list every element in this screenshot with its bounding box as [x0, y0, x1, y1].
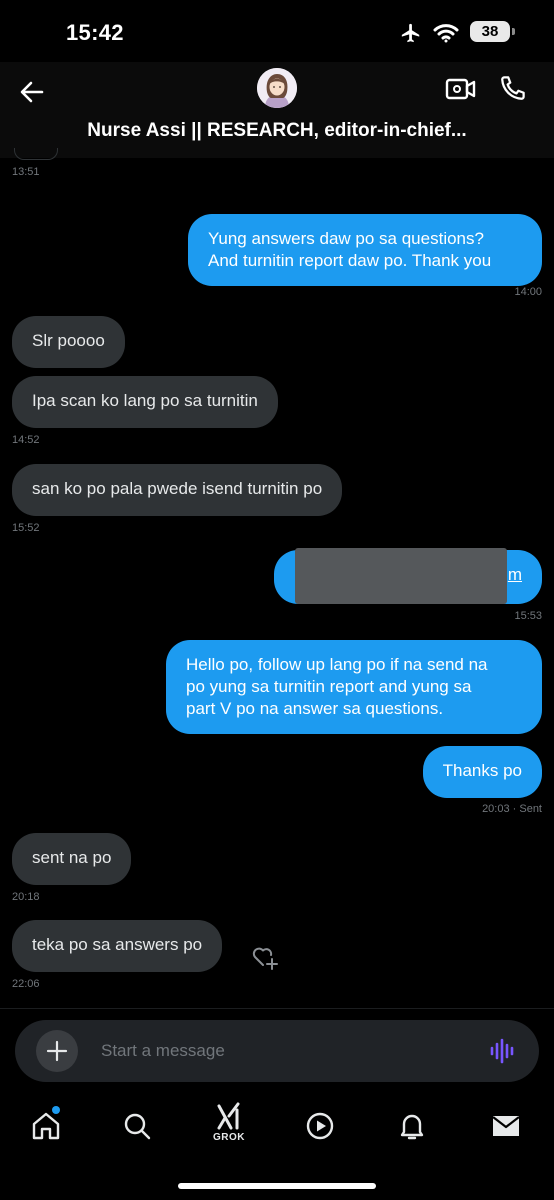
message-line: Hello po, follow up lang po if na send n…: [186, 655, 488, 674]
message-text: Ipa scan ko lang po sa turnitin: [32, 391, 258, 410]
message-link[interactable]: m: [508, 565, 522, 584]
bell-icon: [400, 1114, 424, 1140]
message-timestamp: 22:06: [12, 978, 40, 990]
composer-divider: [0, 1008, 554, 1009]
home-icon: [32, 1112, 60, 1140]
message-line: Yung answers daw po sa questions?: [208, 229, 484, 248]
video-call-icon: [445, 78, 476, 100]
mail-icon: [492, 1116, 520, 1136]
heart-plus-icon: [252, 947, 278, 970]
message-timestamp: 15:52: [12, 522, 40, 534]
incoming-message-bubble[interactable]: sent na po: [12, 833, 132, 885]
voice-message-button[interactable]: [489, 1038, 517, 1064]
outgoing-message-bubble[interactable]: Hello po, follow up lang po if na send n…: [166, 640, 542, 734]
search-icon: [124, 1113, 151, 1140]
message-timestamp: 20:18: [12, 891, 40, 903]
message-timestamp: 15:53: [514, 610, 542, 622]
message-text: san ko po pala pwede isend turnitin po: [32, 479, 323, 498]
home-indicator: [178, 1183, 376, 1189]
airplane-mode-icon: [398, 22, 424, 49]
tab-video[interactable]: [298, 1106, 342, 1150]
message-text: sent na po: [32, 848, 112, 867]
play-icon: [306, 1112, 334, 1140]
incoming-message-bubble[interactable]: Ipa scan ko lang po sa turnitin: [12, 376, 278, 428]
status-bar: 15:42 38: [0, 0, 554, 62]
grok-label: GROK: [213, 1132, 245, 1143]
message-line: po yung sa turnitin report and yung sa: [186, 677, 472, 696]
battery-tip: [512, 28, 515, 35]
video-call-button[interactable]: [444, 74, 478, 104]
message-text: Slr poooo: [32, 331, 105, 350]
message-timestamp: 14:52: [12, 434, 40, 446]
tab-grok[interactable]: GROK: [207, 1102, 251, 1146]
react-button[interactable]: [250, 942, 280, 972]
message-input[interactable]: [99, 1034, 469, 1068]
plus-icon: [46, 1040, 68, 1062]
message-timestamp: 14:00: [514, 286, 542, 298]
incoming-message-bubble[interactable]: Slr poooo: [12, 316, 125, 368]
wifi-icon: [433, 23, 459, 48]
notification-dot: [52, 1106, 60, 1114]
message-line: part V po na answer sa questions.: [186, 699, 444, 718]
redaction-block: [295, 548, 507, 604]
voice-wave-icon: [490, 1038, 514, 1064]
phone-icon: [501, 76, 525, 100]
back-button[interactable]: [16, 76, 48, 108]
voice-call-button[interactable]: [498, 73, 528, 103]
tab-search[interactable]: [115, 1106, 159, 1150]
tab-notifications[interactable]: [390, 1106, 434, 1150]
battery-indicator: 38: [470, 21, 510, 42]
message-text: Thanks po: [442, 761, 522, 780]
status-time: 15:42: [66, 20, 124, 45]
message-timestamp: 20:03 · Sent: [482, 803, 542, 815]
avatar[interactable]: [257, 68, 297, 108]
message-text: teka po sa answers po: [32, 935, 203, 954]
incoming-message-bubble[interactable]: san ko po pala pwede isend turnitin po: [12, 464, 343, 516]
grok-icon: [217, 1102, 240, 1130]
add-attachment-button[interactable]: [36, 1030, 78, 1072]
back-arrow-icon: [20, 81, 44, 103]
tab-home[interactable]: [24, 1106, 68, 1150]
previous-message-edge: [14, 148, 58, 160]
conversation-header: Nurse Assi || RESEARCH, editor-in-chief.…: [0, 62, 554, 158]
tab-messages[interactable]: [484, 1106, 528, 1150]
incoming-message-bubble[interactable]: teka po sa answers po: [12, 920, 223, 972]
message-composer: [15, 1020, 539, 1082]
outgoing-message-bubble[interactable]: Yung answers daw po sa questions? And tu…: [188, 214, 542, 286]
message-timestamp: 13:51: [12, 166, 40, 178]
message-line: And turnitin report daw po. Thank you: [208, 251, 492, 270]
outgoing-message-bubble[interactable]: Thanks po: [422, 746, 542, 798]
conversation-title[interactable]: Nurse Assi || RESEARCH, editor-in-chief.…: [0, 120, 554, 142]
